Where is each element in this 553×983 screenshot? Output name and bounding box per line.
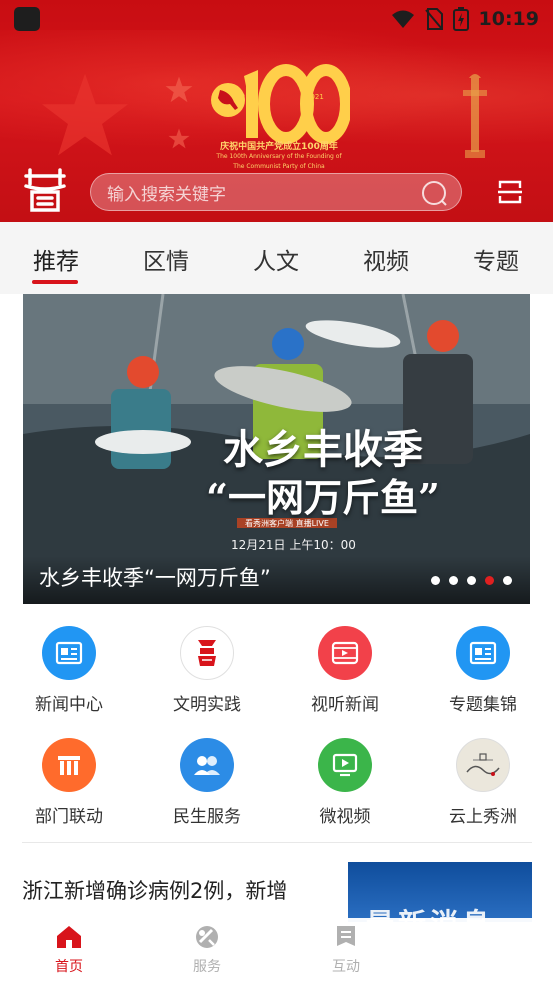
app-header: 10:19 1921 2021 庆祝中国共产党成立100周年 The 100th… bbox=[0, 0, 553, 222]
grid-item-livelihood[interactable]: 民生服务 bbox=[152, 738, 262, 827]
year-end: 2021 bbox=[306, 93, 324, 101]
grid-item-av-news[interactable]: 视听新闻 bbox=[290, 626, 400, 715]
search-input[interactable]: 输入搜索关键字 bbox=[90, 173, 462, 211]
banner-carousel[interactable]: 水乡丰收季 “一网万斤鱼” 看秀洲客户端 直播LIVE 12月21日 上午10：… bbox=[23, 294, 530, 604]
cloud-landscape-icon bbox=[456, 738, 510, 792]
banner-overlay-line1: 水乡丰收季 bbox=[223, 426, 423, 473]
active-tab-indicator bbox=[32, 280, 78, 284]
search-placeholder: 输入搜索关键字 bbox=[107, 184, 226, 205]
banner-live-time: 12月21日 上午10：00 bbox=[231, 538, 356, 552]
grid-item-department[interactable]: 部门联动 bbox=[14, 738, 124, 827]
status-bar: 10:19 bbox=[0, 0, 553, 38]
search-icon[interactable] bbox=[421, 180, 447, 206]
centenary-caption-en-1: The 100th Anniversary of the Founding of bbox=[216, 153, 342, 160]
star-decoration-icon bbox=[42, 73, 128, 156]
grid-item-micro-video[interactable]: 微视频 bbox=[290, 738, 400, 827]
grid-label: 专题集锦 bbox=[449, 695, 517, 715]
wifi-icon bbox=[391, 10, 414, 28]
nav-label: 服务 bbox=[193, 959, 221, 975]
carousel-dot[interactable] bbox=[449, 576, 458, 585]
section-divider bbox=[22, 842, 532, 843]
grid-item-civilization[interactable]: 文明实践 bbox=[152, 626, 262, 715]
newspaper-icon bbox=[42, 626, 96, 680]
carousel-dots bbox=[431, 576, 512, 585]
app-notification-icon bbox=[14, 7, 40, 31]
grid-label: 部门联动 bbox=[35, 807, 103, 827]
grid-item-cloud-xiuzhou[interactable]: 云上秀洲 bbox=[428, 738, 538, 827]
carousel-dot[interactable] bbox=[431, 576, 440, 585]
topics-icon bbox=[456, 626, 510, 680]
video-film-icon bbox=[318, 626, 372, 680]
year-start: 1921 bbox=[232, 93, 250, 101]
scan-icon[interactable] bbox=[496, 178, 524, 206]
app-logo-icon[interactable] bbox=[20, 166, 70, 214]
nav-interact[interactable]: 互动 bbox=[316, 924, 376, 976]
centenary-caption-en-2: The Communist Party of China bbox=[233, 163, 325, 170]
centenary-caption: 庆祝中国共产党成立100周年 The 100th Anniversary of … bbox=[208, 142, 350, 172]
home-icon bbox=[57, 926, 81, 948]
centenary-caption-cn: 庆祝中国共产党成立100周年 bbox=[220, 142, 338, 152]
clock: 10:19 bbox=[478, 8, 539, 30]
building-icon bbox=[42, 738, 96, 792]
banner-overlay-line2: “一网万斤鱼” bbox=[206, 475, 440, 520]
grid-label: 云上秀洲 bbox=[449, 807, 517, 827]
small-star-icon bbox=[165, 76, 193, 103]
tab-video[interactable]: 视频 bbox=[346, 242, 426, 276]
grid-label: 民生服务 bbox=[173, 807, 241, 827]
tab-district[interactable]: 区情 bbox=[126, 242, 206, 276]
tab-culture[interactable]: 人文 bbox=[236, 242, 316, 276]
banner-overlay-title: 水乡丰收季 “一网万斤鱼” bbox=[203, 426, 443, 522]
grid-item-topics[interactable]: 专题集锦 bbox=[428, 626, 538, 715]
no-sim-icon bbox=[424, 8, 443, 30]
play-screen-icon bbox=[318, 738, 372, 792]
tab-recommend[interactable]: 推荐 bbox=[16, 242, 96, 276]
tab-special[interactable]: 专题 bbox=[456, 242, 536, 276]
nav-label: 首页 bbox=[55, 959, 83, 975]
service-icon bbox=[196, 926, 218, 948]
bottom-navigation: 首页 服务 互动 bbox=[0, 918, 553, 983]
small-star-icon bbox=[168, 128, 190, 149]
grid-label: 新闻中心 bbox=[35, 695, 103, 715]
grid-item-news-center[interactable]: 新闻中心 bbox=[14, 626, 124, 715]
carousel-dot[interactable] bbox=[503, 576, 512, 585]
battery-icon bbox=[452, 7, 469, 31]
nav-home[interactable]: 首页 bbox=[39, 924, 99, 976]
nav-service[interactable]: 服务 bbox=[177, 924, 237, 976]
civilization-logo-icon bbox=[180, 626, 234, 680]
grid-label: 视听新闻 bbox=[311, 695, 379, 715]
banner-live-label: 看秀洲客户端 直播LIVE bbox=[245, 519, 329, 528]
news-thumbnail[interactable]: 最新消息 bbox=[348, 862, 532, 940]
grid-label: 微视频 bbox=[319, 807, 371, 827]
carousel-dot[interactable] bbox=[467, 576, 476, 585]
carousel-dot-active[interactable] bbox=[485, 576, 494, 585]
status-icons: 10:19 bbox=[391, 7, 539, 31]
grid-label: 文明实践 bbox=[173, 695, 241, 715]
interact-icon bbox=[337, 926, 355, 946]
monument-icon bbox=[463, 74, 487, 158]
nav-label: 互动 bbox=[332, 959, 360, 975]
category-tabs: 推荐 区情 人文 视频 专题 bbox=[0, 222, 553, 294]
banner-title: 水乡丰收季“一网万斤鱼” bbox=[39, 566, 271, 590]
news-headline[interactable]: 浙江新增确诊病例2例，新增 bbox=[22, 875, 332, 905]
people-icon bbox=[180, 738, 234, 792]
